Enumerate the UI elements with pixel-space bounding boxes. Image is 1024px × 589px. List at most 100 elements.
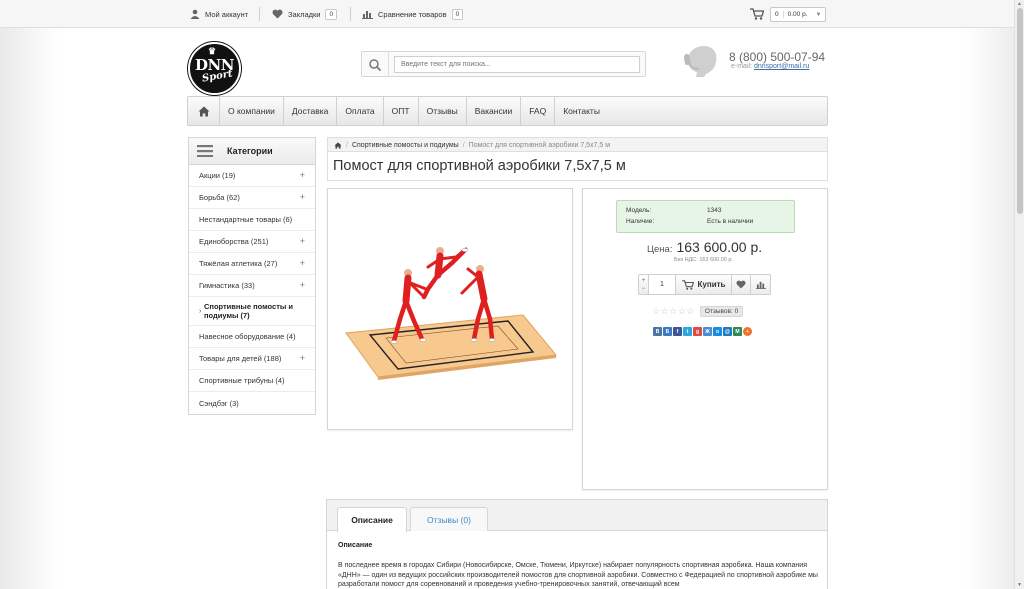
odnoklassniki-icon[interactable]: о — [713, 327, 722, 336]
scroll-up-icon[interactable]: ▲ — [1017, 1, 1022, 7]
bar-chart-icon — [362, 11, 373, 19]
divider — [259, 7, 260, 21]
category-item[interactable]: Спортивные трибуны (4) — [189, 370, 315, 392]
tabs-bar: Описание Отзывы (0) — [327, 500, 827, 532]
category-label: Гимнастика (33) — [199, 281, 255, 290]
expand-icon[interactable]: + — [300, 353, 305, 363]
quantity-stepper[interactable]: + − — [639, 275, 649, 294]
buy-button[interactable]: Купить — [676, 275, 732, 294]
support-head-icon — [684, 46, 717, 77]
stock-info-box: Модель: 1343 Наличие: Есть в наличии — [616, 200, 795, 233]
scrollbar-thumb[interactable] — [1017, 8, 1023, 214]
scrollbar[interactable]: ▲ ▼ — [1014, 0, 1024, 589]
price-label: Цена: — [647, 244, 673, 255]
breadcrumb-parent[interactable]: Спортивные помосты и подиумы — [352, 142, 459, 149]
buy-controls: + − 1 Купить — [638, 274, 771, 295]
rating-stars[interactable]: ☆☆☆☆☆ — [652, 306, 695, 317]
wishlist-button[interactable] — [732, 275, 751, 294]
email-icon[interactable]: @ — [723, 327, 732, 336]
menu-item-payment[interactable]: Оплата — [337, 97, 384, 125]
expand-icon[interactable]: + — [300, 280, 305, 290]
cart-icon — [681, 279, 694, 290]
email-label: e-mail: — [731, 63, 753, 70]
search-input[interactable] — [394, 56, 640, 73]
tab-description[interactable]: Описание — [337, 507, 407, 532]
expand-icon[interactable]: + — [300, 192, 305, 202]
menu-item-contacts[interactable]: Контакты — [555, 97, 608, 125]
phone-number[interactable]: 8 (800) 500-07-94 — [729, 50, 825, 64]
expand-icon[interactable]: + — [300, 258, 305, 268]
bookmarks-label: Закладки — [288, 9, 321, 19]
bookmark-icon[interactable]: Б — [663, 327, 672, 336]
breadcrumb-separator: / — [462, 141, 465, 149]
reviews-button[interactable]: Отзывов: 0 — [699, 306, 744, 317]
chevron-right-icon: › — [199, 308, 202, 315]
vk-icon[interactable]: В — [653, 327, 662, 336]
categories-panel: Категории Акции (19) + Борьба (62) + Неста… — [188, 137, 316, 415]
cart-total: 0.00 р. — [787, 11, 808, 18]
categories-title: Категории — [227, 146, 273, 156]
model-value: 1343 — [707, 207, 722, 214]
scroll-down-icon[interactable]: ▼ — [1017, 582, 1022, 588]
category-item[interactable]: Навесное оборудование (4) — [189, 326, 315, 348]
availability-value: Есть в наличии — [707, 218, 754, 225]
category-item[interactable]: Сэндбэг (3) — [189, 392, 315, 414]
category-label: Нестандартные товары (6) — [199, 215, 293, 224]
cart-count: 0 — [771, 11, 784, 18]
account-link[interactable]: Мой аккаунт — [190, 6, 248, 22]
category-item[interactable]: Нестандартные товары (6) — [189, 209, 315, 231]
quantity-input[interactable]: 1 — [649, 275, 676, 294]
breadcrumb: / Спортивные помосты и подиумы / Помост … — [327, 137, 828, 152]
category-item[interactable]: Борьба (62) + — [189, 187, 315, 209]
search-icon[interactable] — [368, 58, 382, 72]
heart-icon — [272, 9, 283, 19]
menu-item-vacancies[interactable]: Вакансии — [467, 97, 522, 125]
more-icon[interactable]: + — [743, 327, 752, 336]
menu-item-about[interactable]: О компании — [220, 97, 284, 125]
category-item[interactable]: Гимнастика (33) + — [189, 275, 315, 297]
hamburger-icon — [197, 145, 213, 157]
bookmarks-link[interactable]: Закладки 0 — [272, 6, 338, 22]
livejournal-icon[interactable]: Ж — [703, 327, 712, 336]
price-row: Цена: 163 600.00 р. — [647, 239, 762, 255]
email-link[interactable]: dnnsport@mail.ru — [754, 63, 809, 70]
page-title: Помост для спортивной аэробики 7,5х7,5 м — [327, 151, 828, 181]
product-tabs: Описание Отзывы (0) Описание В последнее… — [326, 499, 828, 589]
plus-icon[interactable]: + — [642, 277, 646, 285]
categories-header: Категории — [189, 138, 315, 165]
category-item[interactable]: Тяжёлая атлетика (27) + — [189, 253, 315, 275]
home-link[interactable] — [188, 97, 220, 125]
category-item[interactable]: Акции (19) + — [189, 165, 315, 187]
category-item-active[interactable]: › Спортивные помосты и подиумы (7) — [189, 297, 315, 326]
compare-button[interactable] — [751, 275, 770, 294]
breadcrumb-current: Помост для спортивной аэробики 7,5х7,5 м — [468, 141, 611, 149]
rating-row: ☆☆☆☆☆ Отзывов: 0 — [652, 306, 744, 317]
expand-icon[interactable]: + — [300, 170, 305, 180]
menu-item-reviews[interactable]: Отзывы — [419, 97, 467, 125]
category-item[interactable]: Единоборства (251) + — [189, 231, 315, 253]
facebook-icon[interactable]: f — [673, 327, 682, 336]
twitter-icon[interactable]: t — [683, 327, 692, 336]
logo[interactable]: ♛ DNN Sport — [188, 42, 241, 95]
tab-reviews[interactable]: Отзывы (0) — [410, 507, 488, 531]
compare-label: Сравнение товаров — [378, 9, 447, 19]
minus-icon[interactable]: − — [642, 285, 646, 293]
cart-dropdown[interactable]: 0 0.00 р. ▼ — [770, 7, 827, 22]
category-label: Сэндбэг (3) — [199, 398, 239, 408]
menu-item-wholesale[interactable]: ОПТ — [384, 97, 419, 125]
home-icon[interactable] — [334, 141, 342, 149]
category-label: Тяжёлая атлетика (27) — [199, 259, 278, 268]
aerobics-mat — [345, 314, 557, 380]
category-label: Товары для детей (188) — [199, 354, 282, 363]
menu-item-delivery[interactable]: Доставка — [284, 97, 338, 125]
google-plus-icon[interactable]: g — [693, 327, 702, 336]
category-item[interactable]: Товары для детей (188) + — [189, 348, 315, 370]
myworld-icon[interactable]: М — [733, 327, 742, 336]
bookmarks-count: 0 — [325, 8, 338, 20]
home-icon — [198, 106, 209, 116]
compare-link[interactable]: Сравнение товаров 0 — [362, 6, 464, 22]
expand-icon[interactable]: + — [300, 236, 305, 246]
product-image[interactable] — [328, 189, 574, 431]
cart-icon[interactable] — [750, 8, 764, 20]
menu-item-faq[interactable]: FAQ — [521, 97, 556, 125]
